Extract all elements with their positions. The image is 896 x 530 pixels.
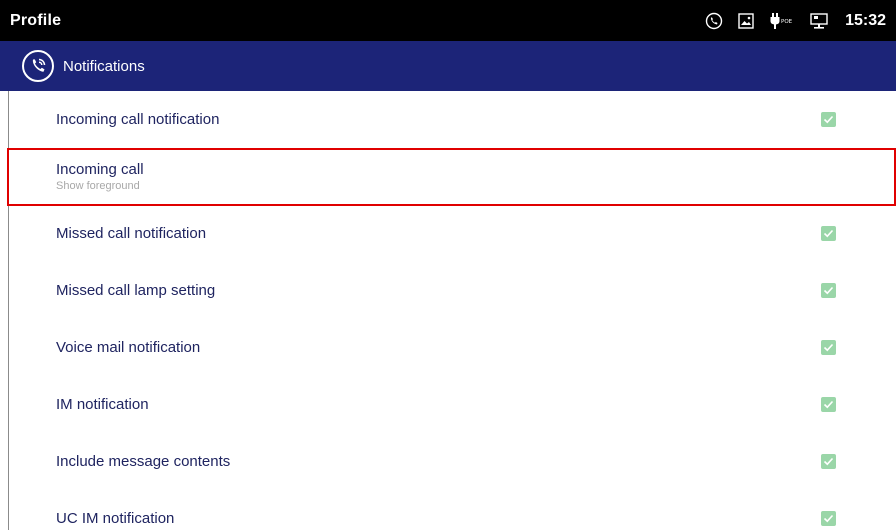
checkbox-checked-icon[interactable] [821, 283, 836, 298]
svg-text:POE: POE [781, 19, 793, 25]
setting-label: Incoming call [56, 161, 144, 178]
checkbox-checked-icon[interactable] [821, 112, 836, 127]
setting-incoming-call-notification[interactable]: Incoming call notification [9, 91, 896, 148]
setting-label: Include message contents [56, 453, 231, 470]
setting-subtitle: Show foreground [56, 180, 140, 192]
setting-voice-mail-notification[interactable]: Voice mail notification [9, 319, 896, 376]
notification-settings-list: Incoming call notification Incoming call… [0, 91, 896, 530]
setting-label: Voice mail notification [56, 339, 201, 356]
call-status-icon [705, 12, 723, 30]
setting-missed-call-lamp[interactable]: Missed call lamp setting [9, 262, 896, 319]
status-icons: POE 15:32 [705, 12, 886, 30]
checkbox-checked-icon[interactable] [821, 226, 836, 241]
poe-icon: POE [769, 12, 795, 30]
setting-im-notification[interactable]: IM notification [9, 376, 896, 433]
app-bar: Notifications [0, 41, 896, 91]
setting-label: UC IM notification [56, 510, 175, 527]
gallery-icon [737, 12, 755, 30]
status-time: 15:32 [845, 11, 886, 29]
status-bar: Profile POE 15:32 [0, 0, 896, 41]
checkbox-checked-icon[interactable] [821, 397, 836, 412]
checkbox-checked-icon[interactable] [821, 340, 836, 355]
status-bar-title: Profile [10, 11, 62, 29]
setting-label: Missed call lamp setting [56, 282, 216, 299]
setting-uc-im-notification[interactable]: UC IM notification [9, 490, 896, 530]
setting-include-message-contents[interactable]: Include message contents [9, 433, 896, 490]
setting-incoming-call[interactable]: Incoming call Show foreground [9, 148, 896, 205]
setting-label: Incoming call notification [56, 111, 220, 128]
phone-call-icon [22, 50, 54, 82]
setting-label: Missed call notification [56, 225, 207, 242]
checkbox-checked-icon[interactable] [821, 511, 836, 526]
setting-missed-call-notification[interactable]: Missed call notification [9, 205, 896, 262]
network-icon [809, 12, 829, 30]
setting-label: IM notification [56, 396, 149, 413]
checkbox-checked-icon[interactable] [821, 454, 836, 469]
app-bar-title: Notifications [63, 57, 145, 75]
